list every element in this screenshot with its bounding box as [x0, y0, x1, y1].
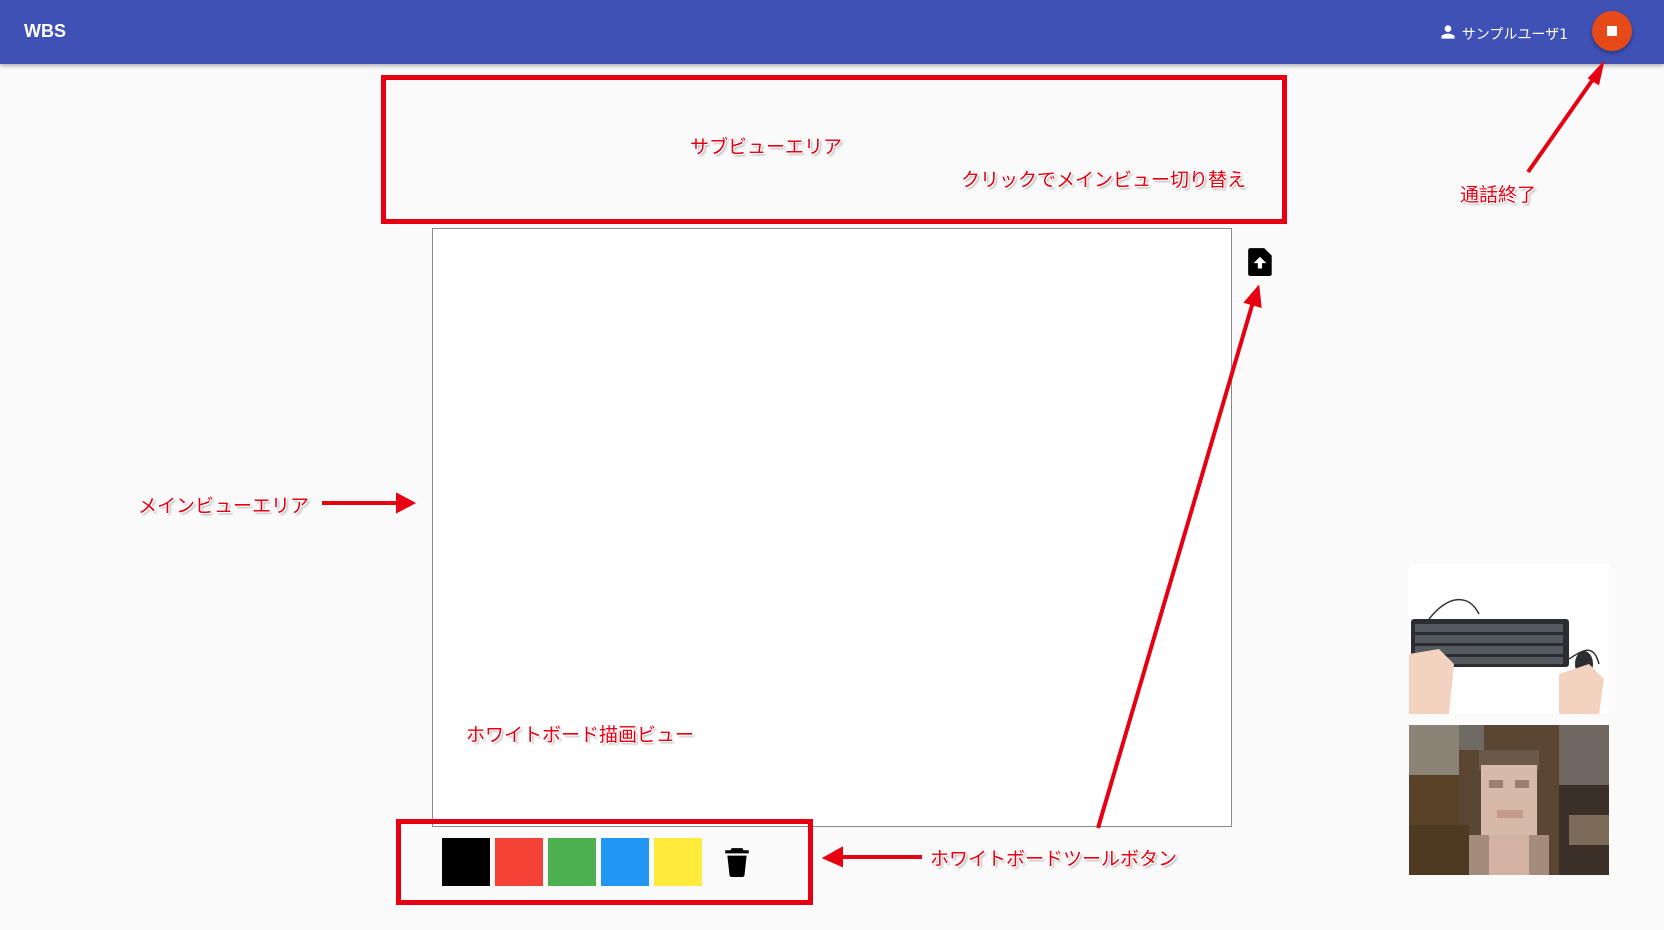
- keyboard-video[interactable]: [1409, 564, 1609, 714]
- app-title: WBS: [24, 21, 66, 41]
- person-video[interactable]: [1409, 725, 1609, 875]
- whiteboard-view-label: ホワイトボード描画ビュー: [466, 724, 695, 746]
- end-call-label: 通話終了: [1460, 184, 1537, 206]
- trash-icon[interactable]: [723, 845, 751, 879]
- main-view-label: メインビューエリア: [138, 495, 310, 517]
- person-icon: [1438, 22, 1458, 46]
- file-upload-icon[interactable]: [1248, 246, 1274, 276]
- app-bar: WBS サンプルユーザ1: [0, 0, 1664, 64]
- stop-icon: [1607, 26, 1617, 36]
- sub-view-hint: クリックでメインビュー切り替え: [961, 169, 1247, 191]
- color-swatch-black[interactable]: [442, 838, 490, 886]
- sub-view-label: サブビューエリア: [690, 136, 843, 158]
- color-swatch-red[interactable]: [495, 838, 543, 886]
- color-swatch-green[interactable]: [548, 838, 596, 886]
- toolbar-label: ホワイトボードツールボタン: [930, 848, 1178, 870]
- user-name: サンプルユーザ1: [1461, 27, 1568, 43]
- end-call-button[interactable]: [1592, 11, 1632, 51]
- whiteboard-toolbar: [442, 838, 751, 886]
- color-swatch-yellow[interactable]: [654, 838, 702, 886]
- color-swatch-blue[interactable]: [601, 838, 649, 886]
- user-info: サンプルユーザ1: [1438, 22, 1568, 46]
